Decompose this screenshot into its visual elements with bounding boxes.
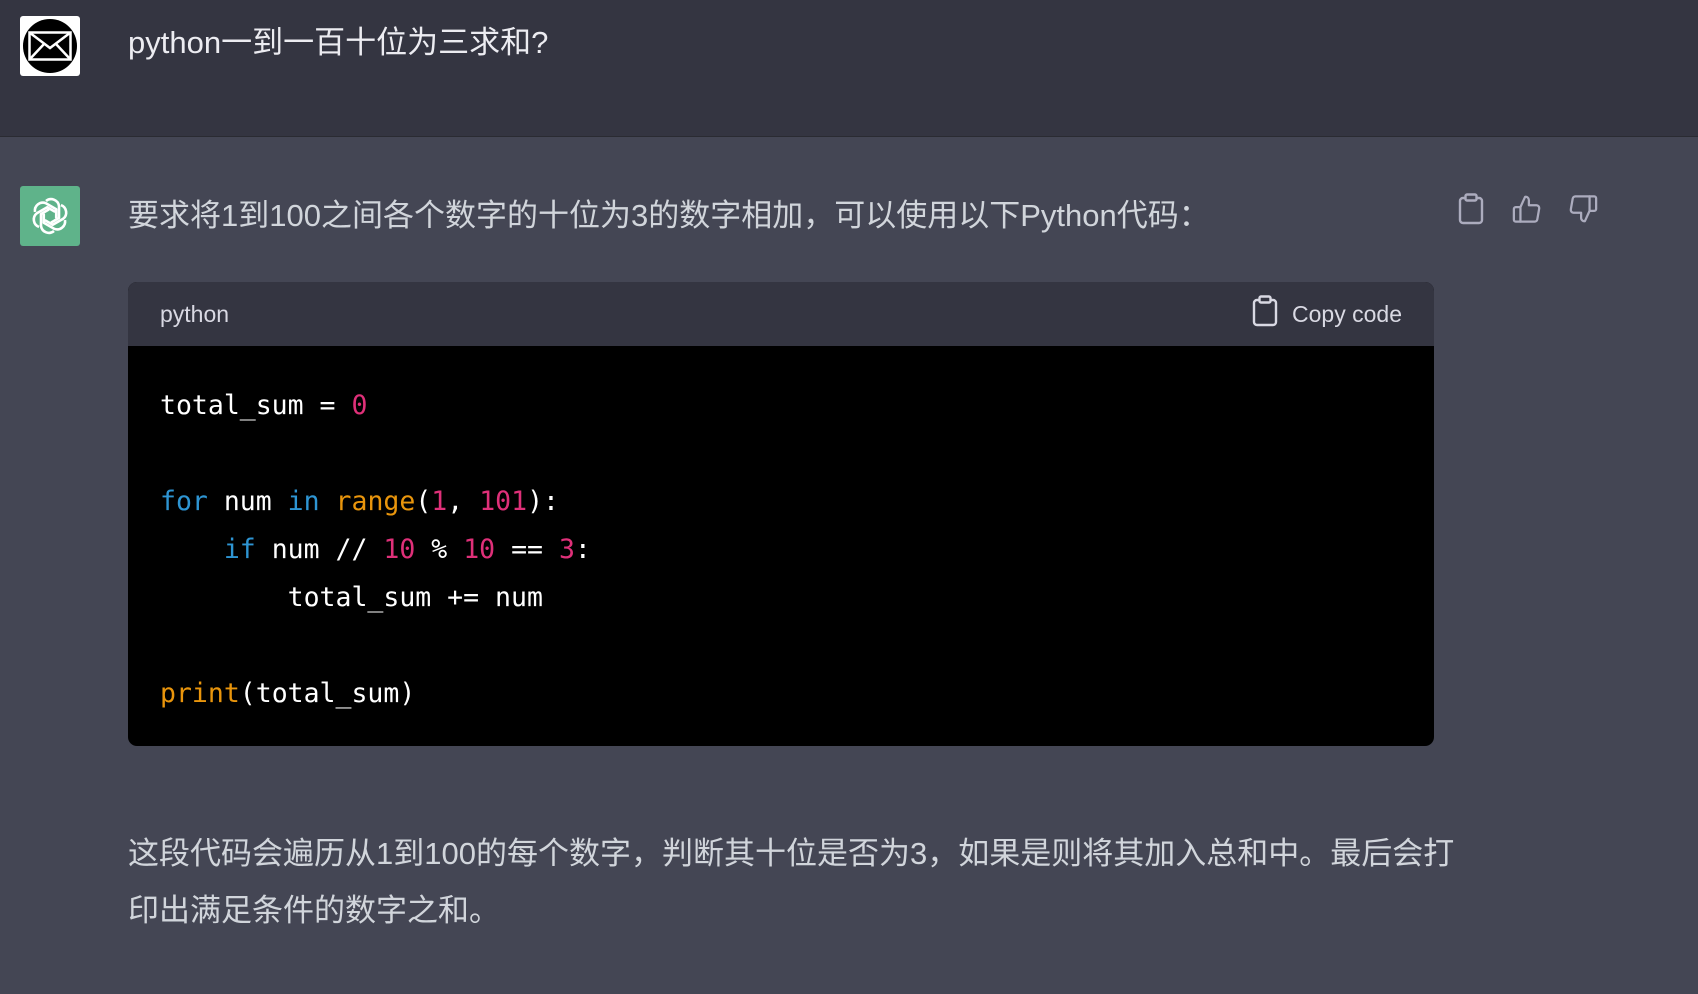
code-token: if (223, 534, 256, 565)
code-language-label: python (160, 300, 230, 327)
code-line: print(total_sum) (160, 670, 1402, 718)
clipboard-icon[interactable] (1456, 192, 1486, 226)
code-token: for (160, 486, 208, 517)
openai-logo-icon (20, 186, 80, 246)
code-content: total_sum = 0 for num in range(1, 101): … (128, 346, 1434, 718)
code-token: ( (415, 486, 432, 517)
assistant-outro-text: 这段代码会遍历从1到100的每个数字，判断其十位是否为3，如果是则将其加入总和中… (128, 836, 1455, 928)
code-token: : (574, 534, 591, 565)
thumbs-down-icon[interactable] (1568, 192, 1598, 226)
copy-code-label: Copy code (1292, 300, 1402, 327)
message-actions (1456, 192, 1598, 226)
code-block-header: python Copy code (128, 282, 1434, 346)
code-token: 101 (479, 486, 528, 517)
code-token: 10 (463, 534, 496, 565)
code-token: % (415, 534, 464, 565)
code-token: range (335, 486, 416, 517)
user-message-row: python一到一百十位为三求和? (0, 0, 1698, 137)
code-token: == (495, 534, 559, 565)
code-token: 3 (558, 534, 575, 565)
code-token: print (160, 678, 240, 709)
code-token: , (447, 486, 480, 517)
thumbs-up-icon[interactable] (1512, 192, 1542, 226)
assistant-intro-text: 要求将1到100之间各个数字的十位为3的数字相加，可以使用以下Python代码： (128, 198, 1210, 233)
code-line: for num in range(1, 101): (160, 478, 1402, 526)
code-token: 0 (351, 390, 368, 421)
code-block: python Copy code total_sum = 0 for num i… (128, 282, 1434, 746)
user-avatar (20, 16, 80, 76)
code-line: if num // 10 % 10 == 3: (160, 526, 1402, 574)
code-line: total_sum += num (160, 574, 1402, 622)
clipboard-icon (1252, 295, 1278, 333)
envelope-icon (23, 19, 77, 73)
code-token: in (287, 486, 320, 517)
code-token: num // (255, 534, 384, 565)
copy-code-button[interactable]: Copy code (1252, 295, 1402, 333)
code-line: total_sum = 0 (160, 382, 1402, 430)
code-token: (total_sum) (239, 678, 416, 709)
code-token: total_sum = (160, 390, 352, 421)
code-token: num (207, 486, 288, 517)
code-token: 1 (431, 486, 448, 517)
code-token: 10 (383, 534, 416, 565)
code-token: total_sum += num (160, 582, 543, 613)
user-message-text: python一到一百十位为三求和? (128, 25, 549, 60)
code-token: ): (527, 486, 559, 517)
